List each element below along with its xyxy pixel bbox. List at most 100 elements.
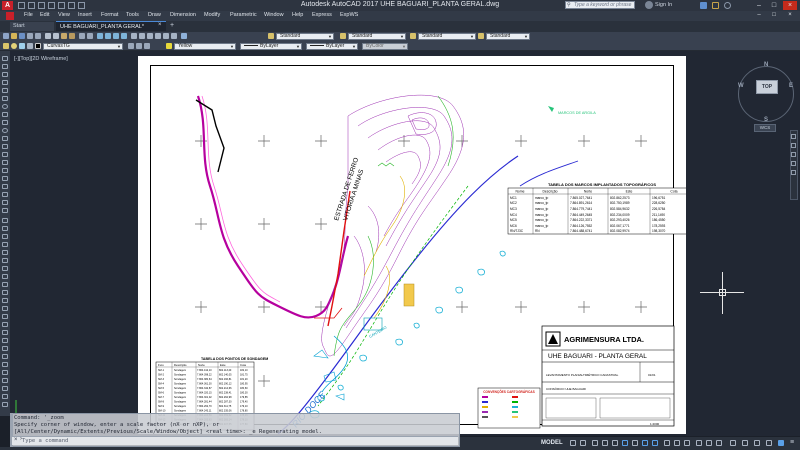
- multileader-style-select[interactable]: Standard ▼: [486, 33, 530, 40]
- isolate-objects-icon[interactable]: [766, 440, 772, 446]
- erase-icon[interactable]: [2, 218, 8, 223]
- linetype-select[interactable]: ByLayer ▼: [240, 43, 302, 50]
- polar-tracking-icon[interactable]: [622, 440, 628, 446]
- dim-style-select[interactable]: Standard ▼: [348, 33, 406, 40]
- tab-start[interactable]: Start: [10, 22, 54, 31]
- array-icon[interactable]: [2, 250, 8, 255]
- dynamic-input-icon[interactable]: [602, 440, 608, 446]
- undo-toolbar-icon[interactable]: [79, 33, 85, 39]
- save-toolbar-icon[interactable]: [19, 33, 25, 39]
- table-icon[interactable]: [2, 192, 8, 197]
- orbit-icon[interactable]: [791, 161, 796, 166]
- make-block-icon[interactable]: [2, 152, 8, 157]
- zoom-window-icon[interactable]: [113, 33, 119, 39]
- text-style-icon[interactable]: [268, 33, 274, 39]
- menu-express[interactable]: Express: [312, 12, 332, 18]
- menu-view[interactable]: View: [58, 12, 70, 18]
- chamfer-icon[interactable]: [2, 322, 8, 327]
- doc-restore-icon[interactable]: □: [767, 11, 781, 20]
- help-toolbar-icon[interactable]: [181, 33, 187, 39]
- clean-screen-icon[interactable]: [778, 440, 784, 446]
- mtext-icon[interactable]: [2, 200, 8, 205]
- snap-icon[interactable]: [580, 440, 586, 446]
- open-icon[interactable]: [11, 33, 17, 39]
- viewcube-east[interactable]: E: [789, 83, 793, 89]
- zoom-extents-icon[interactable]: [791, 152, 796, 157]
- hatch-icon[interactable]: [2, 168, 8, 173]
- pan-nav-icon[interactable]: [791, 143, 796, 148]
- print-icon[interactable]: [58, 2, 65, 9]
- menu-insert[interactable]: Insert: [78, 12, 92, 18]
- construction-line-icon[interactable]: [2, 64, 8, 69]
- save-as-icon[interactable]: [48, 2, 55, 9]
- pan-icon[interactable]: [97, 33, 103, 39]
- command-close-icon[interactable]: ×: [14, 437, 18, 443]
- new-tab-icon[interactable]: +: [170, 22, 174, 29]
- menu-parametric[interactable]: Parametric: [230, 12, 257, 18]
- point-icon[interactable]: [2, 160, 8, 165]
- dim-style-icon[interactable]: [340, 33, 346, 39]
- minimize-icon[interactable]: –: [752, 1, 766, 10]
- move-icon[interactable]: [2, 258, 8, 263]
- preview-icon[interactable]: [35, 33, 41, 39]
- layer-freeze-icon[interactable]: [19, 43, 25, 49]
- menu-window[interactable]: Window: [264, 12, 284, 18]
- paste-icon[interactable]: [61, 33, 67, 39]
- annotation-visibility-icon[interactable]: [696, 440, 702, 446]
- extend-icon[interactable]: [2, 298, 8, 303]
- auto-scale-icon[interactable]: [706, 440, 712, 446]
- layer-lock-icon[interactable]: [27, 43, 33, 49]
- doc-close-icon[interactable]: ×: [783, 11, 797, 20]
- tab-drawing[interactable]: UHE BAGUARI_PLANTA GERAL*: [56, 21, 166, 31]
- search-input[interactable]: Type a keyword or phrase: [565, 1, 635, 9]
- viewport-controls[interactable]: [-][Top][2D Wireframe]: [14, 56, 68, 62]
- lineweight-select[interactable]: ByLayer ▼: [306, 43, 358, 50]
- align-icon[interactable]: [2, 386, 8, 391]
- multileader-style-icon[interactable]: [478, 33, 484, 39]
- help-icon[interactable]: [724, 2, 731, 9]
- viewcube-west[interactable]: W: [738, 83, 744, 89]
- mirror-icon[interactable]: [2, 234, 8, 239]
- exchange-icon[interactable]: [700, 2, 707, 9]
- redo-toolbar-icon[interactable]: [87, 33, 93, 39]
- polyline-icon[interactable]: [2, 72, 8, 77]
- edit-hatch-icon[interactable]: [2, 378, 8, 383]
- menu-edit[interactable]: Edit: [40, 12, 49, 18]
- redo-icon[interactable]: [78, 2, 85, 9]
- infer-constraints-icon[interactable]: [592, 440, 598, 446]
- add-selected-icon[interactable]: [2, 208, 8, 213]
- blend-icon[interactable]: [2, 346, 8, 351]
- edit-polyline-icon[interactable]: [2, 362, 8, 367]
- close-icon[interactable]: ×: [783, 1, 797, 10]
- lineweight-toggle-icon[interactable]: [664, 440, 670, 446]
- quickcalc-icon[interactable]: [171, 33, 177, 39]
- spline-icon[interactable]: [2, 120, 8, 125]
- layer-select[interactable]: CurvasTG ▼: [43, 43, 123, 50]
- rectangle-icon[interactable]: [2, 88, 8, 93]
- annotation-monitor-icon[interactable]: [742, 440, 748, 446]
- draw-order-icon[interactable]: [2, 394, 8, 399]
- menu-expws[interactable]: ExpWS: [340, 12, 358, 18]
- workspace-switch-icon[interactable]: [730, 440, 736, 446]
- lengthen-icon[interactable]: [2, 354, 8, 359]
- object-snap-icon[interactable]: [652, 440, 658, 446]
- sheet-set-icon[interactable]: [155, 33, 161, 39]
- scale-icon[interactable]: [2, 274, 8, 279]
- model-space-toggle[interactable]: MODEL: [541, 440, 563, 446]
- fillet-icon[interactable]: [2, 330, 8, 335]
- measure-icon[interactable]: [2, 402, 8, 407]
- open-file-icon[interactable]: [28, 2, 35, 9]
- join-icon[interactable]: [2, 314, 8, 319]
- new-file-icon[interactable]: [18, 2, 25, 9]
- menu-dimension[interactable]: Dimension: [170, 12, 196, 18]
- properties-icon[interactable]: [131, 33, 137, 39]
- copy-object-icon[interactable]: [2, 226, 8, 231]
- zoom-realtime-icon[interactable]: [105, 33, 111, 39]
- qnew-icon[interactable]: [3, 33, 9, 39]
- save-icon[interactable]: [38, 2, 45, 9]
- plotstyle-select[interactable]: ByColor ▼: [362, 43, 408, 50]
- doc-minimize-icon[interactable]: –: [752, 11, 766, 20]
- polygon-icon[interactable]: [2, 80, 8, 85]
- wcs-menu[interactable]: WCS: [754, 124, 776, 132]
- menu-draw[interactable]: Draw: [148, 12, 161, 18]
